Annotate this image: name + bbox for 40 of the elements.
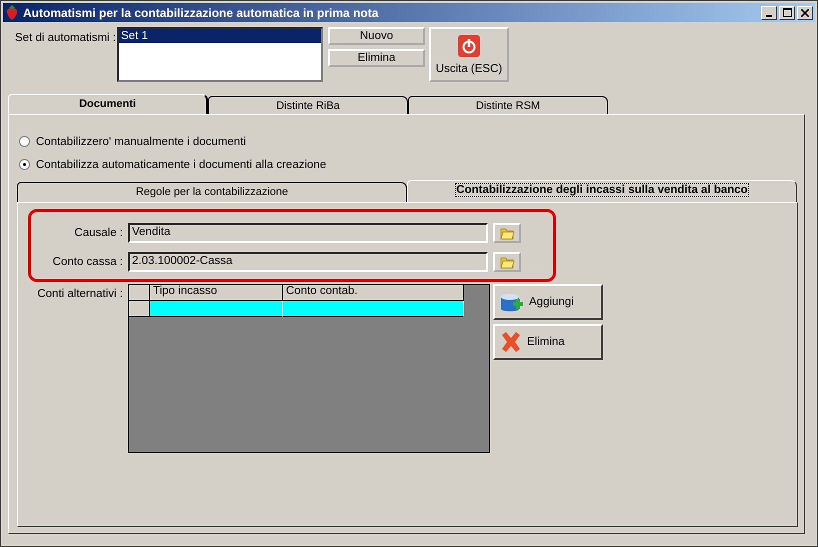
text-field[interactable]: 2.03.100002-Cassa (128, 252, 488, 272)
set-list[interactable]: Set 1 (117, 27, 323, 82)
radio-button[interactable] (19, 159, 30, 170)
add-icon (499, 291, 525, 313)
add-button[interactable]: Aggiungi (493, 284, 603, 320)
radio-label[interactable]: Contabilizzero' manualmente i documenti (36, 136, 246, 148)
row-indicator (129, 285, 150, 301)
column-header[interactable]: Conto contab. (283, 285, 464, 301)
delete-button[interactable]: Elimina (493, 324, 603, 360)
browse-button[interactable] (493, 223, 521, 243)
table-cell[interactable] (150, 301, 283, 317)
tab[interactable]: Regole per la contabilizzazione (17, 182, 407, 202)
field-label: Causale : (73, 227, 123, 239)
set-label: Set di automatismi : (15, 31, 117, 46)
folder-icon (500, 226, 514, 240)
strawberry-icon (5, 5, 19, 20)
browse-button[interactable] (493, 252, 521, 272)
set-button[interactable]: Nuovo (328, 27, 425, 45)
window-title: Automatismi per la contabilizzazione automatica in prima nota (23, 6, 380, 20)
radio-label[interactable]: Contabilizza automaticamente i documenti alla creazione (36, 158, 326, 170)
delete-icon (499, 330, 523, 354)
tab[interactable]: Distinte RSM (408, 96, 608, 114)
power-icon (458, 34, 480, 56)
tab[interactable]: Contabilizzazione degli incassi sulla vendita al banco (407, 180, 797, 202)
tab[interactable]: Documenti (8, 94, 208, 114)
column-header[interactable]: Tipo incasso (150, 285, 283, 301)
list-item[interactable]: Set 1 (119, 29, 321, 43)
close-icon[interactable] (801, 8, 809, 16)
field-label: Conto cassa : (52, 256, 123, 268)
field-label: Conti alternativi : (36, 287, 123, 302)
tab[interactable]: Distinte RiBa (208, 96, 408, 114)
exit-button[interactable]: Uscita (ESC) (429, 27, 509, 82)
table-cell[interactable] (283, 301, 464, 317)
row-indicator (129, 301, 150, 317)
folder-icon (500, 256, 514, 268)
set-button[interactable]: Elimina (328, 49, 425, 67)
text-field[interactable]: Vendita (128, 223, 488, 243)
data-grid[interactable]: Tipo incasso Conto contab. (128, 284, 490, 453)
maximize-icon[interactable] (782, 8, 792, 17)
radio-button[interactable] (19, 136, 30, 147)
